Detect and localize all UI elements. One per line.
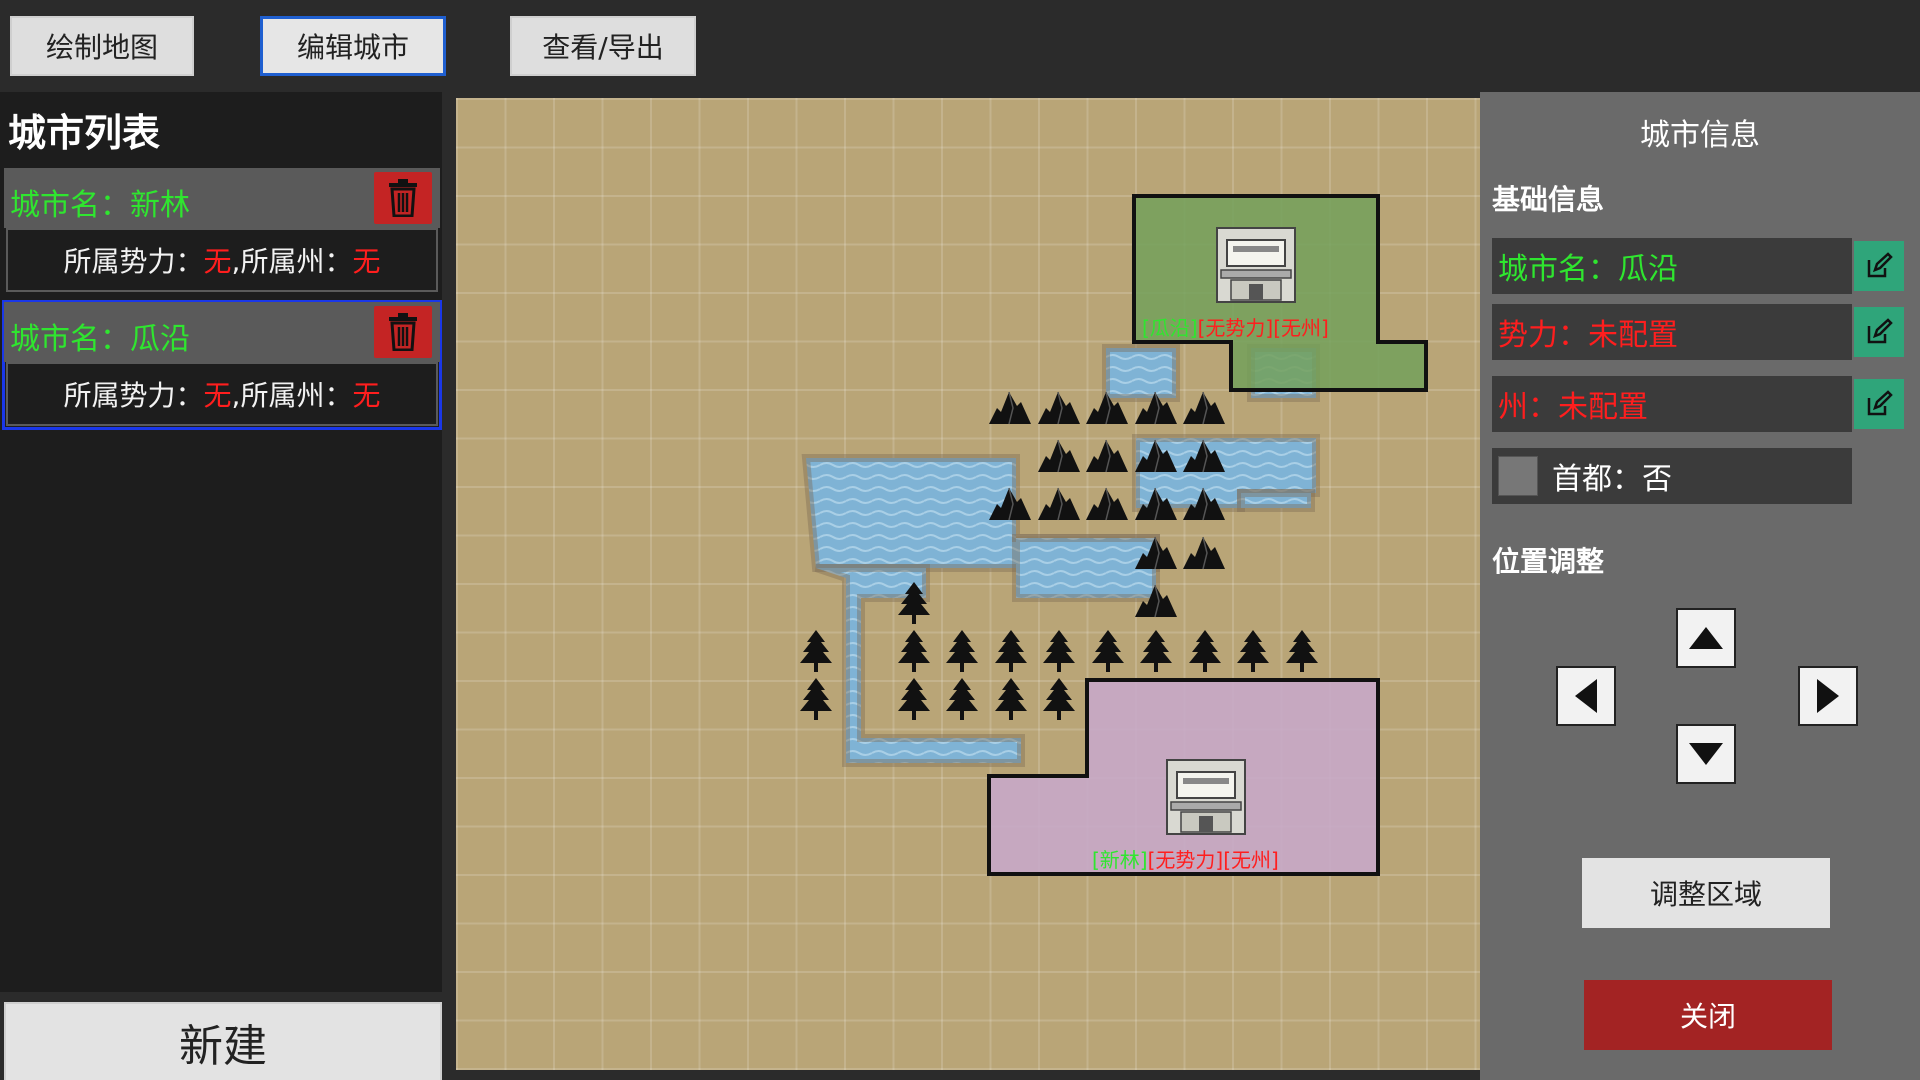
state-value: 无 — [352, 379, 381, 412]
faction-label: 所属势力： — [63, 379, 204, 412]
state-row: 州：未配置 — [1492, 376, 1852, 432]
city-name-label: 城市名：新林 — [10, 188, 190, 223]
state-label: ,所属州： — [231, 245, 353, 278]
map-layer — [800, 194, 1428, 876]
basic-info-heading: 基础信息 — [1492, 183, 1605, 216]
trash-icon — [389, 313, 417, 351]
edit-icon — [1867, 252, 1893, 278]
map-label-guayan: [瓜沿][无势力][无州] — [1142, 312, 1329, 341]
city-name-label: 城市名：瓜沿 — [10, 322, 190, 357]
city-card-guayan[interactable]: 城市名：瓜沿 所属势力：无 ,所属州：无 — [2, 300, 442, 430]
edit-faction-button[interactable] — [1854, 307, 1904, 357]
card-header: 城市名：瓜沿 — [4, 302, 440, 362]
move-left-button[interactable] — [1556, 666, 1616, 726]
city-affiliation: 所属势力：无 ,所属州：无 — [6, 362, 438, 426]
state-value: 无 — [352, 245, 381, 278]
delete-city-button[interactable] — [374, 172, 432, 224]
move-up-button[interactable] — [1676, 608, 1736, 668]
card-header: 城市名：新林 — [4, 168, 440, 228]
edit-name-button[interactable] — [1854, 241, 1904, 291]
edit-icon — [1867, 318, 1893, 344]
app-root: 绘制地图 编辑城市 查看/导出 城市列表 城市名：新林 所属势力： 无 ,所属州… — [0, 0, 1920, 1080]
tab-draw-map[interactable]: 绘制地图 — [10, 16, 194, 76]
city-list-title: 城市列表 — [8, 111, 161, 155]
faction-value: 无 — [203, 245, 232, 278]
map-city-name: [瓜沿] — [1142, 316, 1198, 340]
city-info-title: 城市信息 — [1640, 118, 1760, 153]
capital-row: 首都：否 — [1492, 448, 1852, 504]
city-building-icon — [1166, 759, 1246, 835]
map-city-faction: [无势力] — [1197, 316, 1274, 340]
new-city-button[interactable]: 新建 — [4, 1002, 442, 1080]
trash-icon — [389, 179, 417, 217]
capital-checkbox[interactable] — [1498, 456, 1538, 496]
city-affiliation: 所属势力：无 ,所属州：无 — [6, 228, 438, 292]
arrow-right-icon — [1817, 679, 1839, 713]
map-city-state: [无州] — [1273, 316, 1329, 340]
close-button[interactable]: 关闭 — [1584, 980, 1832, 1050]
adjust-region-button[interactable]: 调整区域 — [1582, 858, 1830, 928]
map-city-name: [新林] — [1092, 848, 1148, 872]
state-label: ,所属州： — [231, 379, 353, 412]
map-label-xinlin: [新林][无势力][无州] — [1092, 844, 1279, 873]
map-city-state: [无州] — [1223, 848, 1279, 872]
map-canvas[interactable]: [瓜沿][无势力][无州] [新林][无势力][无州] — [456, 98, 1480, 1070]
edit-icon — [1867, 390, 1893, 416]
city-info-panel: 城市信息 基础信息 城市名：瓜沿 势力：未配置 州：未配置 首都：否 位置调整 … — [1480, 92, 1920, 1080]
city-name-row: 城市名：瓜沿 — [1492, 238, 1852, 294]
tab-edit-city[interactable]: 编辑城市 — [260, 16, 446, 76]
capital-label: 首都：否 — [1552, 462, 1672, 497]
faction-label: 所属势力： — [63, 245, 204, 278]
arrow-left-icon — [1575, 679, 1597, 713]
city-list-panel: 城市列表 城市名：新林 所属势力：无 ,所属州：无 城市名：瓜沿 所属势力： 无… — [0, 92, 442, 992]
edit-state-button[interactable] — [1854, 379, 1904, 429]
faction-row: 势力：未配置 — [1492, 304, 1852, 360]
tab-view-export[interactable]: 查看/导出 — [510, 16, 696, 76]
city-building-icon — [1216, 227, 1296, 303]
city-card-xinlin[interactable]: 城市名：新林 所属势力：无 ,所属州：无 — [2, 166, 442, 296]
faction-value: 无 — [203, 379, 232, 412]
map-city-faction: [无势力] — [1147, 848, 1224, 872]
arrow-up-icon — [1689, 627, 1723, 649]
arrow-down-icon — [1689, 743, 1723, 765]
position-adjust-heading: 位置调整 — [1492, 545, 1605, 578]
move-right-button[interactable] — [1798, 666, 1858, 726]
delete-city-button[interactable] — [374, 306, 432, 358]
move-down-button[interactable] — [1676, 724, 1736, 784]
